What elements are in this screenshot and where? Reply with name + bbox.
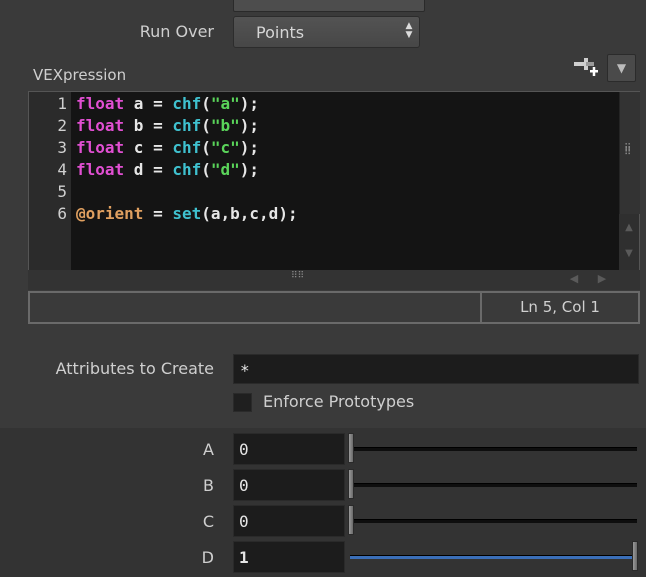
enforce-prototypes-checkbox[interactable] [233, 393, 252, 412]
scroll-right-icon[interactable]: ▶ [594, 272, 610, 285]
line-number: 1 [57, 94, 67, 113]
horizontal-scrollbar[interactable]: ⠿⠿ ◀ ▶ [28, 270, 640, 290]
line-number: 5 [57, 182, 67, 201]
vexpression-label: VEXpression [33, 66, 127, 84]
line-number: 4 [57, 160, 67, 179]
code-line-4: float d = chf("d"); [76, 160, 260, 179]
code-line-2: float b = chf("b"); [76, 116, 260, 135]
scroll-down-icon[interactable]: ▼ [623, 248, 635, 260]
grip-icon[interactable]: ⠿⠿ [291, 272, 305, 284]
param-field-b[interactable]: 0 [233, 469, 345, 501]
line-number: 2 [57, 116, 67, 135]
cursor-position: Ln 5, Col 1 [520, 298, 600, 316]
attributes-to-create-label: Attributes to Create [55, 359, 214, 378]
param-field-a[interactable]: 0 [233, 433, 345, 465]
attributes-to-create-field[interactable]: * [233, 354, 639, 384]
line-number: 3 [57, 138, 67, 157]
param-label-a: A [203, 440, 214, 459]
code-line-1: float a = chf("a"); [76, 94, 260, 113]
updown-arrows-icon: ▲ ▼ [405, 21, 413, 40]
add-preset-button[interactable] [572, 56, 604, 84]
param-field-d[interactable]: 1 [233, 541, 345, 573]
code-line-3: float c = chf("c"); [76, 138, 260, 157]
run-over-value: Points [256, 23, 305, 42]
run-over-select[interactable]: Points ▲ ▼ [233, 16, 420, 48]
slider-handle-a[interactable] [348, 433, 354, 463]
grip-icon[interactable]: ⠿⠿ [624, 144, 633, 159]
slider-handle-d[interactable] [632, 541, 638, 571]
line-number: 6 [57, 204, 67, 223]
slider-track-b[interactable] [350, 483, 637, 487]
param-label-d: D [201, 548, 214, 567]
snippet-menu-button[interactable]: ▼ [607, 54, 636, 82]
vertical-scrollbar[interactable]: ⠿ ⠿ ▲ ▼ [619, 92, 640, 270]
enforce-prototypes-label: Enforce Prototypes [263, 392, 415, 411]
slider-track-c[interactable] [350, 519, 637, 523]
slider-track-a[interactable] [350, 447, 637, 451]
param-field-c[interactable]: 0 [233, 505, 345, 537]
dropdown-arrow-icon: ▼ [616, 61, 627, 75]
scroll-up-icon[interactable]: ▲ [623, 222, 635, 234]
slider-track-d[interactable] [350, 555, 637, 559]
code-line-6: @orient = set(a,b,c,d); [76, 204, 298, 223]
scroll-left-icon[interactable]: ◀ [566, 272, 582, 285]
group-type-select[interactable] [233, 0, 425, 12]
slider-handle-b[interactable] [348, 469, 354, 499]
param-label-b: B [203, 476, 214, 495]
run-over-label: Run Over [139, 22, 214, 41]
status-message [30, 293, 482, 322]
line-number-gutter: 1 2 3 4 5 6 [29, 92, 71, 270]
param-label-c: C [202, 512, 214, 531]
slider-fill-d [350, 556, 637, 559]
code-editor[interactable]: 1 2 3 4 5 6 float a = chf("a"); float b … [28, 91, 640, 271]
slider-handle-c[interactable] [348, 505, 354, 535]
add-spare-icon [574, 58, 598, 76]
editor-status-bar: Ln 5, Col 1 [28, 291, 640, 324]
